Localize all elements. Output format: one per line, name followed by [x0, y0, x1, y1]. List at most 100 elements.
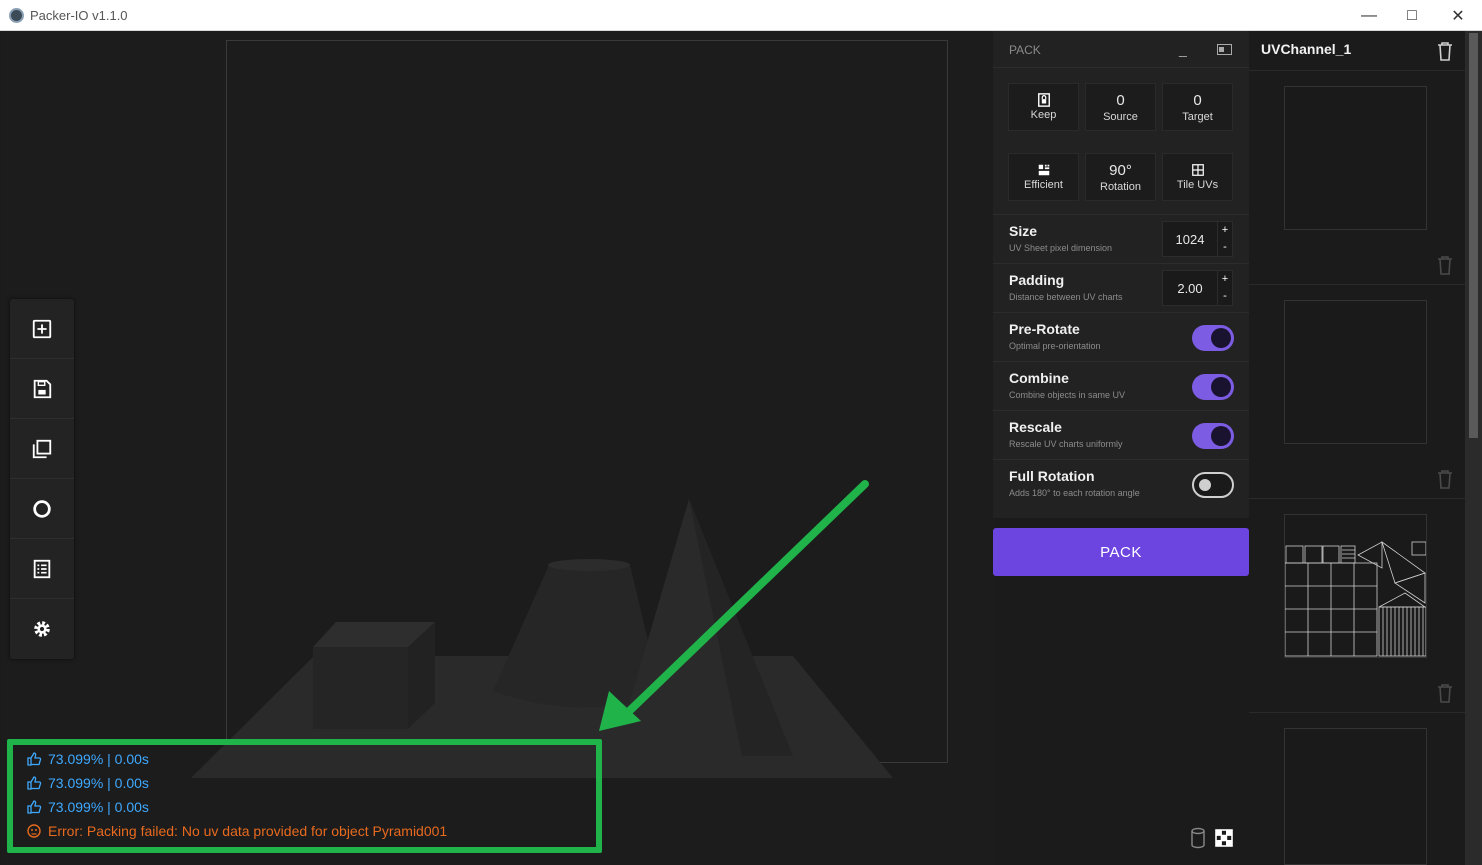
list-button[interactable]	[10, 539, 74, 599]
uv-list-scrollbar[interactable]	[1465, 31, 1482, 865]
keep-card[interactable]: Keep	[1008, 83, 1079, 131]
settings-icon	[34, 621, 50, 637]
save-button[interactable]	[10, 359, 74, 419]
scrollbar-thumb[interactable]	[1469, 33, 1478, 438]
panel-title: PACK	[1009, 43, 1041, 57]
card-label: Rotation	[1100, 180, 1141, 193]
close-button[interactable]: ✕	[1435, 0, 1481, 31]
tile-uvs-card[interactable]: Tile UVs	[1162, 153, 1233, 201]
pack-panel: PACK _ Keep 0 Source 0 Target Efficient …	[993, 31, 1249, 518]
log-entry: 73.099% | 0.00s	[26, 799, 149, 815]
source-card[interactable]: 0 Source	[1085, 83, 1156, 131]
padding-input[interactable]: 2.00	[1162, 270, 1218, 306]
title-bar: Packer-IO v1.1.0 — □ ✕	[0, 0, 1482, 31]
add-icon	[32, 319, 52, 338]
toggle-title: Rescale	[1009, 419, 1062, 435]
uv-channel-header: UVChannel_1	[1249, 31, 1465, 71]
rescale-toggle[interactable]	[1192, 423, 1234, 449]
app-logo-icon	[9, 8, 24, 23]
uv-thumbnail[interactable]	[1284, 86, 1427, 230]
thumbs-up-icon	[27, 800, 42, 814]
full-rotation-row: Full Rotation Adds 180° to each rotation…	[993, 459, 1249, 508]
padding-subtitle: Distance between UV charts	[1009, 292, 1123, 302]
card-value: 0	[1116, 91, 1125, 109]
uv-thumbnail[interactable]	[1284, 514, 1427, 658]
trash-icon[interactable]	[1437, 683, 1453, 703]
error-icon	[27, 824, 41, 838]
lock-icon	[1037, 93, 1050, 107]
thumbs-up-icon	[27, 776, 42, 790]
trash-icon[interactable]	[1437, 41, 1453, 61]
toggle-title: Pre-Rotate	[1009, 321, 1080, 337]
circle-button[interactable]	[10, 479, 74, 539]
pre-rotate-toggle[interactable]	[1192, 325, 1234, 351]
save-icon	[33, 379, 52, 398]
uv-thumbnail[interactable]	[1284, 728, 1427, 865]
view-toggle-group	[1185, 826, 1235, 850]
trash-icon[interactable]	[1437, 469, 1453, 489]
card-label: Efficient	[1024, 179, 1063, 191]
toggle-title: Combine	[1009, 370, 1069, 386]
grid-icon	[1191, 164, 1204, 176]
cylinder-icon[interactable]	[1189, 827, 1207, 849]
copy-button[interactable]	[10, 419, 74, 479]
uv-channel-header	[1249, 673, 1465, 713]
increment-button[interactable]: +	[1218, 222, 1232, 239]
size-title: Size	[1009, 223, 1038, 239]
toggle-subtitle: Adds 180° to each rotation angle	[1009, 488, 1140, 498]
list-icon	[33, 559, 51, 578]
pack-button[interactable]: PACK	[993, 528, 1249, 576]
toggle-title: Full Rotation	[1009, 468, 1095, 484]
card-label: Target	[1182, 110, 1213, 123]
uv-thumbnail[interactable]	[1284, 300, 1427, 444]
efficient-card[interactable]: Efficient	[1008, 153, 1079, 201]
size-subtitle: UV Sheet pixel dimension	[1009, 243, 1113, 253]
toggle-subtitle: Combine objects in same UV	[1009, 390, 1126, 400]
pre-rotate-row: Pre-Rotate Optimal pre-orientation	[993, 312, 1249, 361]
log-entry: 73.099% | 0.00s	[26, 775, 149, 791]
padding-row: Padding Distance between UV charts 2.00 …	[993, 263, 1249, 312]
padding-title: Padding	[1009, 272, 1065, 288]
rotation-card[interactable]: 90° Rotation	[1085, 153, 1156, 201]
pack-panel-header: PACK _	[993, 31, 1249, 68]
efficient-icon	[1038, 164, 1049, 176]
left-toolbar	[10, 299, 74, 659]
size-stepper[interactable]: + -	[1217, 221, 1233, 257]
minimize-button[interactable]: —	[1346, 0, 1392, 31]
full-rotation-toggle[interactable]	[1192, 472, 1234, 498]
dock-icon[interactable]	[1217, 44, 1232, 55]
card-label: Source	[1103, 110, 1138, 123]
card-label: Keep	[1030, 109, 1057, 121]
rescale-row: Rescale Rescale UV charts uniformly	[993, 410, 1249, 459]
maximize-button[interactable]: □	[1389, 0, 1435, 31]
increment-button[interactable]: +	[1218, 271, 1232, 288]
log-entry: 73.099% | 0.00s	[26, 751, 149, 767]
trash-icon[interactable]	[1437, 255, 1453, 275]
uv-channel-name: UVChannel_1	[1261, 41, 1352, 57]
circle-icon	[33, 499, 51, 518]
card-value: 0	[1193, 91, 1202, 109]
window-title: Packer-IO v1.1.0	[30, 8, 128, 23]
card-value: 90°	[1109, 161, 1132, 179]
toggle-subtitle: Optimal pre-orientation	[1009, 341, 1101, 351]
uv-channel-list: UVChannel_1	[1249, 31, 1465, 865]
combine-toggle[interactable]	[1192, 374, 1234, 400]
size-row: Size UV Sheet pixel dimension 1024 + -	[993, 214, 1249, 263]
copy-icon	[32, 439, 52, 458]
padding-stepper[interactable]: + -	[1217, 270, 1233, 306]
collapse-icon[interactable]: _	[1179, 41, 1187, 57]
thumbs-up-icon	[27, 752, 42, 766]
uv-layout-preview	[1284, 540, 1427, 657]
checker-grid-icon[interactable]	[1214, 828, 1234, 848]
combine-row: Combine Combine objects in same UV	[993, 361, 1249, 410]
uv-channel-header	[1249, 459, 1465, 499]
uv-channel-header	[1249, 245, 1465, 285]
log-error-entry: Error: Packing failed: No uv data provid…	[26, 823, 447, 839]
decrement-button[interactable]: -	[1218, 239, 1232, 256]
toggle-subtitle: Rescale UV charts uniformly	[1009, 439, 1123, 449]
size-input[interactable]: 1024	[1162, 221, 1218, 257]
target-card[interactable]: 0 Target	[1162, 83, 1233, 131]
decrement-button[interactable]: -	[1218, 288, 1232, 305]
settings-button[interactable]	[10, 599, 74, 659]
add-button[interactable]	[10, 299, 74, 359]
